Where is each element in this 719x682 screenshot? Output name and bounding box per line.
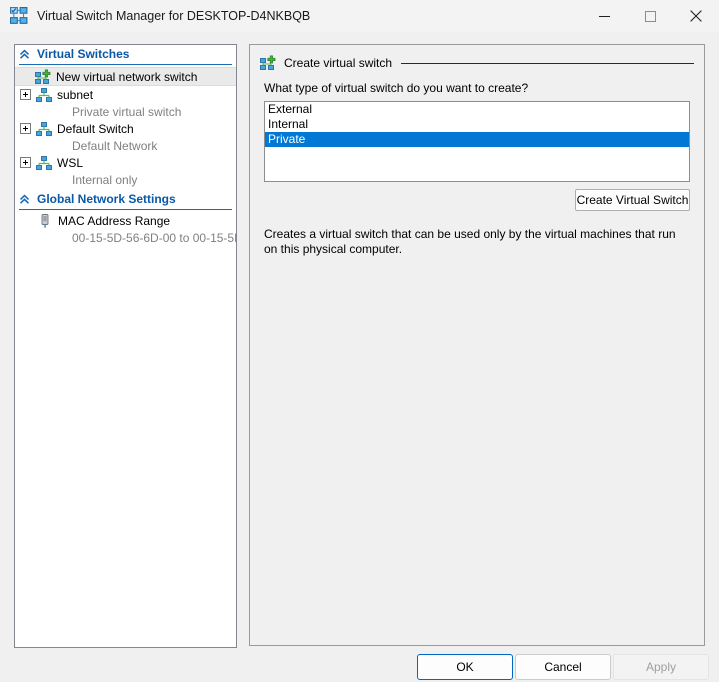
- tree-item-subtitle: Private virtual switch: [72, 104, 182, 119]
- tree-item-subtitle: Default Network: [72, 138, 158, 153]
- minimize-button[interactable]: [581, 0, 627, 32]
- tree-item-label: subnet: [57, 87, 94, 102]
- expander-icon[interactable]: [20, 89, 31, 100]
- section-header: Create virtual switch: [260, 54, 694, 72]
- apply-button[interactable]: Apply: [613, 654, 709, 680]
- tree-item-default-switch[interactable]: Default Switch: [15, 120, 236, 137]
- switch-type-listbox[interactable]: External Internal Private: [264, 101, 690, 182]
- dialog-button-row: OK Cancel Apply: [0, 654, 719, 682]
- detail-panel: Create virtual switch What type of virtu…: [249, 44, 705, 646]
- list-item-internal[interactable]: Internal: [265, 117, 689, 132]
- list-item-external[interactable]: External: [265, 102, 689, 117]
- expander-icon[interactable]: [20, 157, 31, 168]
- close-icon: [690, 10, 702, 22]
- tree-item-subtitle: 00-15-5D-56-6D-00 to 00-15-5D-5...: [72, 230, 236, 245]
- mac-address-icon: [41, 213, 49, 228]
- panel-splitter[interactable]: [243, 44, 248, 646]
- cancel-button[interactable]: Cancel: [515, 654, 611, 680]
- window-controls: [581, 0, 719, 32]
- tree-group-label: Virtual Switches: [37, 47, 130, 61]
- ok-button[interactable]: OK: [417, 654, 513, 680]
- section-title: Create virtual switch: [284, 56, 393, 70]
- create-virtual-switch-button[interactable]: Create Virtual Switch: [575, 189, 690, 211]
- tree-group-divider: [19, 209, 232, 210]
- close-button[interactable]: [673, 0, 719, 32]
- chevron-double-up-icon: [19, 48, 30, 59]
- virtual-switch-add-icon: [260, 55, 276, 70]
- title-bar: Virtual Switch Manager for DESKTOP-D4NKB…: [0, 0, 719, 32]
- tree-item-label: Default Switch: [57, 121, 134, 136]
- tree-group-divider: [19, 64, 232, 65]
- maximize-icon: [644, 10, 656, 22]
- expander-icon[interactable]: [20, 123, 31, 134]
- maximize-button[interactable]: [627, 0, 673, 32]
- virtual-switch-icon: [36, 87, 52, 102]
- tree-item-label: WSL: [57, 155, 84, 170]
- tree-item-new-virtual-network-switch[interactable]: New virtual network switch: [15, 67, 236, 86]
- switch-type-prompt: What type of virtual switch do you want …: [264, 81, 529, 95]
- tree-item-subnet[interactable]: subnet: [15, 86, 236, 103]
- section-rule: [401, 62, 694, 64]
- virtual-switch-tree[interactable]: Virtual Switches New virtual network swi…: [14, 44, 237, 648]
- tree-item-wsl[interactable]: WSL: [15, 154, 236, 171]
- tree-item-label: MAC Address Range: [58, 213, 171, 228]
- virtual-switch-icon: [36, 155, 52, 170]
- tree-group-header-virtual-switches[interactable]: Virtual Switches: [15, 45, 236, 63]
- virtual-switch-icon: [10, 7, 28, 24]
- tree-item-subtitle: Internal only: [72, 172, 138, 187]
- tree-content: Virtual Switches New virtual network swi…: [15, 45, 236, 647]
- tree-group-header-global-network-settings[interactable]: Global Network Settings: [15, 190, 236, 208]
- minimize-icon: [598, 15, 610, 17]
- tree-group-label: Global Network Settings: [37, 192, 176, 206]
- window-title: Virtual Switch Manager for DESKTOP-D4NKB…: [37, 9, 311, 23]
- dialog-client-area: Virtual Switches New virtual network swi…: [0, 32, 719, 682]
- tree-item-label: New virtual network switch: [56, 69, 198, 84]
- virtual-switch-add-icon: [35, 68, 51, 84]
- switch-type-description: Creates a virtual switch that can be use…: [264, 227, 676, 256]
- virtual-switch-icon: [36, 121, 52, 136]
- tree-item-mac-address-range[interactable]: MAC Address Range: [15, 212, 236, 229]
- chevron-double-up-icon: [19, 193, 30, 204]
- list-item-private[interactable]: Private: [265, 132, 689, 147]
